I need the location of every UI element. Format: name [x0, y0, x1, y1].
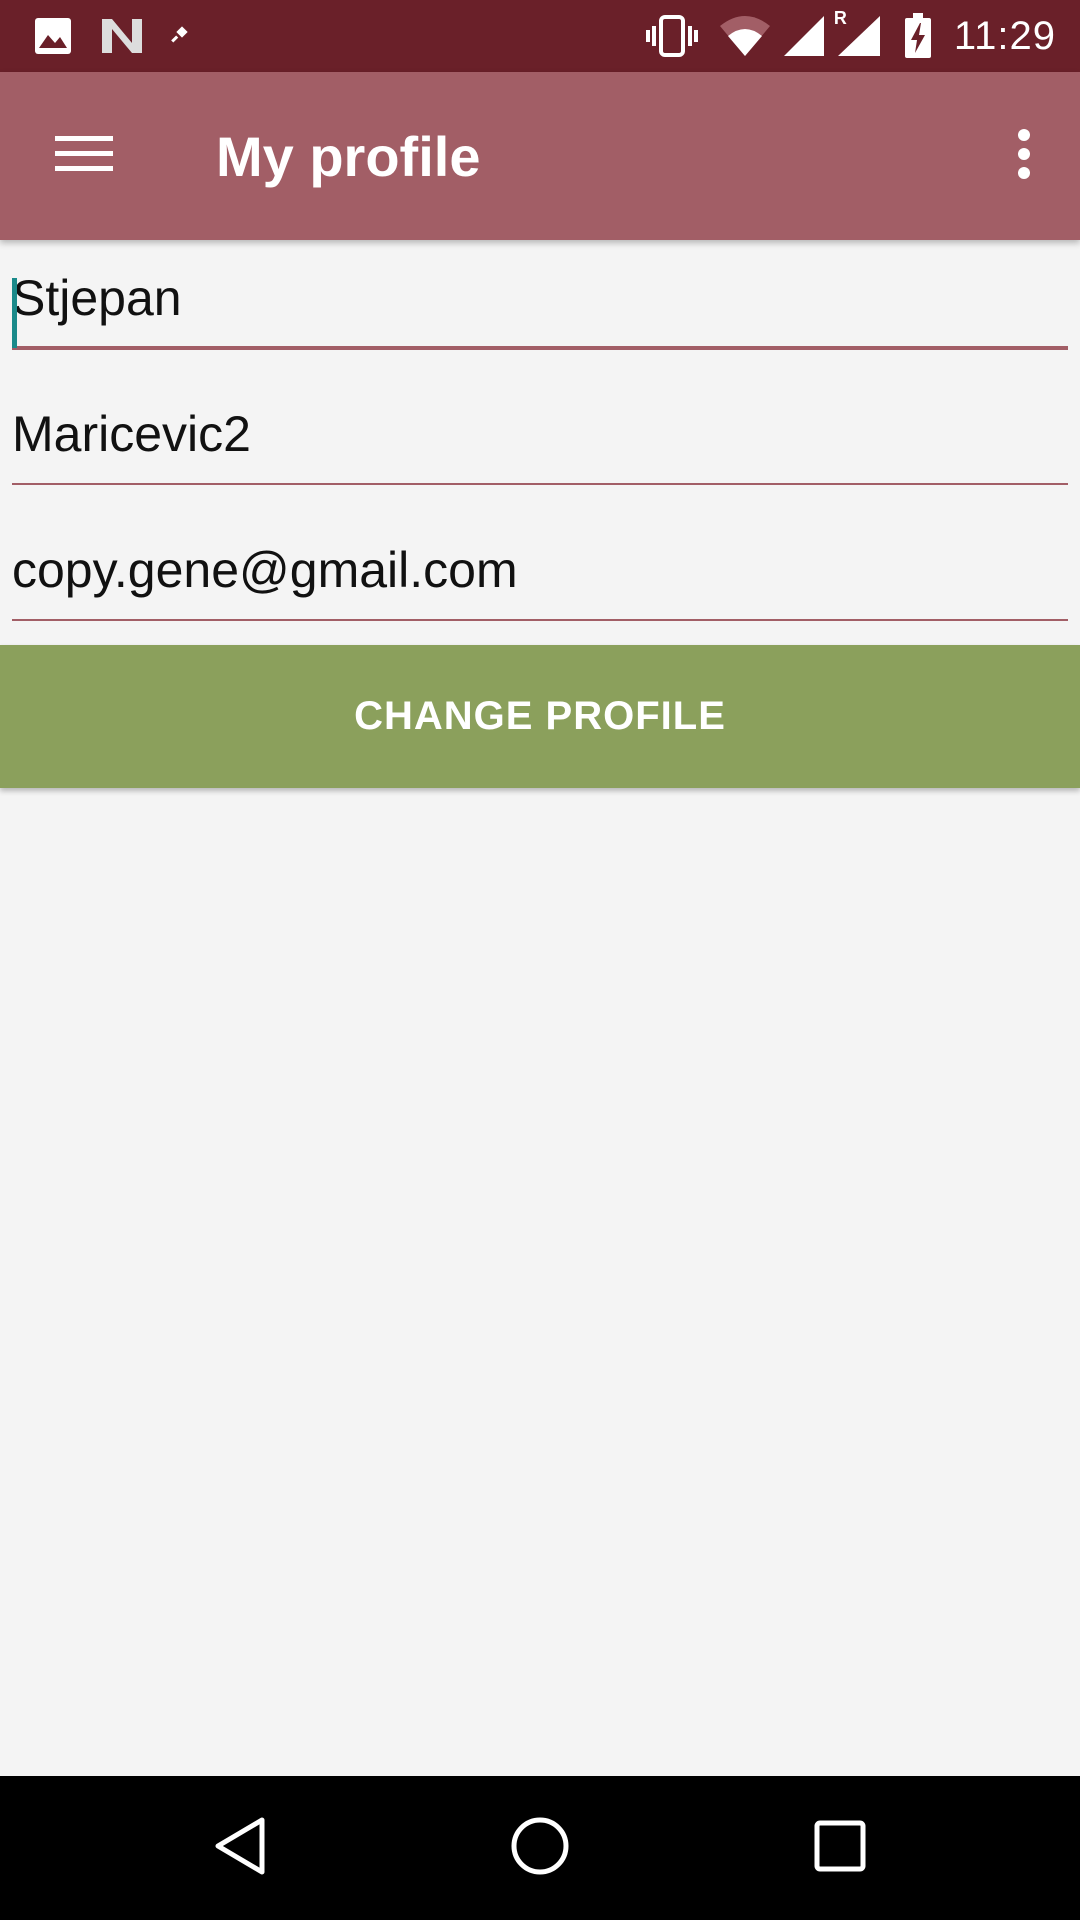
n-logo-icon [100, 17, 144, 55]
roaming-indicator: R [833, 8, 847, 28]
recents-button[interactable] [790, 1798, 890, 1898]
wifi-icon [718, 14, 772, 58]
email-field-container [12, 521, 1068, 621]
first-name-field-container [12, 250, 1068, 350]
more-vert-icon [1016, 128, 1032, 184]
text-cursor [12, 278, 17, 348]
change-profile-button[interactable]: CHANGE PROFILE [0, 645, 1080, 788]
back-icon [212, 1816, 268, 1881]
page-title: My profile [216, 125, 481, 188]
vibrate-icon [644, 14, 700, 58]
first-name-field[interactable] [12, 250, 1068, 346]
signal-icon [782, 14, 826, 58]
image-icon [34, 17, 72, 55]
overflow-menu-button[interactable] [988, 118, 1060, 194]
last-name-field-container [12, 385, 1068, 485]
menu-button[interactable] [40, 118, 128, 194]
recents-icon [814, 1820, 866, 1877]
last-name-field[interactable] [12, 385, 1068, 483]
roaming-signal-icon: R [834, 8, 882, 58]
app-bar: My profile [0, 72, 1080, 240]
back-button[interactable] [190, 1798, 290, 1898]
status-clock: 11:29 [953, 13, 1056, 58]
battery-charging-icon [904, 13, 932, 59]
home-button[interactable] [490, 1798, 590, 1898]
email-field[interactable] [12, 521, 1068, 619]
home-icon [510, 1816, 570, 1881]
status-bar: R 11:29 [0, 0, 1080, 72]
pin-icon [168, 24, 192, 48]
navigation-bar [0, 1776, 1080, 1920]
hamburger-menu-icon [55, 134, 113, 179]
